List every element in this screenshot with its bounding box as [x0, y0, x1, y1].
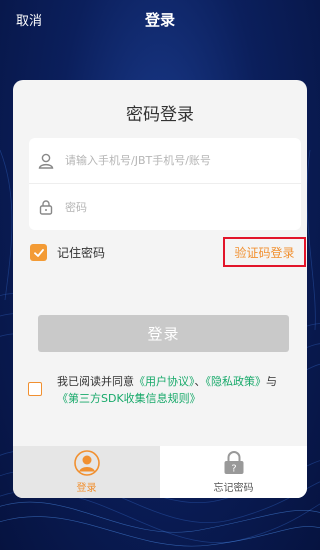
remember-checkbox[interactable]	[30, 244, 47, 261]
account-input[interactable]	[65, 154, 265, 167]
remember-label: 记住密码	[57, 246, 106, 260]
agreement-separator: 、	[194, 375, 206, 388]
password-row	[29, 184, 301, 230]
person-icon	[73, 450, 100, 476]
tab-login[interactable]: 登录	[13, 446, 160, 498]
lock-icon	[39, 200, 53, 215]
privacy-policy-link[interactable]: 《隐私政策》	[206, 375, 267, 388]
login-button[interactable]: 登录	[38, 315, 289, 352]
remember-password[interactable]: 记住密码	[30, 244, 105, 261]
account-row	[29, 138, 301, 184]
login-card: 密码登录 记住密码 验证码登录 登录 我已阅读并同	[13, 80, 307, 498]
input-group	[29, 138, 301, 230]
lock-question-icon: ?	[224, 451, 243, 475]
agreement-and: 与	[266, 375, 277, 388]
agreement-checkbox[interactable]	[28, 382, 42, 396]
bottom-tabs: 登录 ? 忘记密码	[13, 446, 307, 498]
user-agreement-link[interactable]: 《用户协议》	[134, 375, 195, 388]
agreement-prefix: 我已阅读并同意	[57, 375, 134, 388]
user-icon	[38, 153, 54, 169]
sms-login-link[interactable]: 验证码登录	[223, 237, 306, 267]
tab-forgot-password[interactable]: ? 忘记密码	[160, 446, 307, 498]
svg-text:?: ?	[231, 464, 236, 475]
card-title: 密码登录	[126, 105, 194, 125]
page-title: 登录	[144, 11, 175, 29]
tab-login-label: 登录	[76, 483, 97, 494]
top-bar: 取消 登录	[0, 0, 320, 38]
agreement-text: 我已阅读并同意《用户协议》、《隐私政策》与《第三方SDK收集信息规则》	[57, 373, 297, 407]
check-icon	[33, 248, 44, 257]
sdk-rules-link[interactable]: 《第三方SDK收集信息规则》	[57, 392, 201, 405]
tab-forgot-password-label: 忘记密码	[213, 483, 254, 494]
password-input[interactable]	[65, 200, 265, 214]
